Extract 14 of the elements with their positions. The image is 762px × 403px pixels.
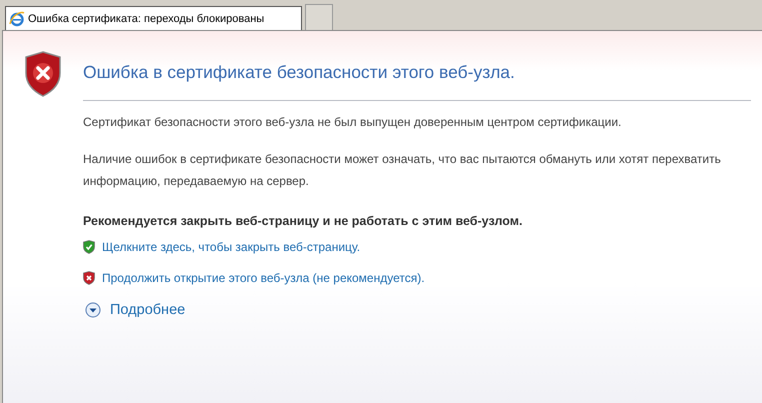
browser-tab[interactable]: Ошибка сертификата: переходы блокированы <box>5 6 302 30</box>
browser-logo-icon <box>9 10 25 26</box>
tab-title: Ошибка сертификата: переходы блокированы <box>28 12 264 24</box>
details-toggle[interactable]: Подробнее <box>85 302 186 318</box>
error-shield-icon <box>83 271 95 285</box>
warning-text: Сертификат безопасности этого веб-узла не был выпущен доверенным центром сертификации. <box>83 114 622 131</box>
page-link[interactable]: Щелкните здесь, чтобы закрыть веб-страницу. <box>102 240 360 254</box>
page-title: Ошибка в сертификате безопасности этого веб-узла. <box>83 62 516 83</box>
warning-text: Наличие ошибок в сертификате безопасности может означать, что вас пытаются обмануть или хотят перехватить информацию, передаваемую на сервер. <box>83 151 722 190</box>
check-shield-icon <box>83 240 95 254</box>
page-link[interactable]: Продолжить открытие этого веб-узла (не рекомендуется). <box>102 271 425 285</box>
recommendation-text: Рекомендуется закрыть веб-страницу и не работать с этим веб-узлом. <box>83 214 524 228</box>
error-shield-icon <box>24 51 62 97</box>
new-tab-button[interactable] <box>305 4 333 30</box>
